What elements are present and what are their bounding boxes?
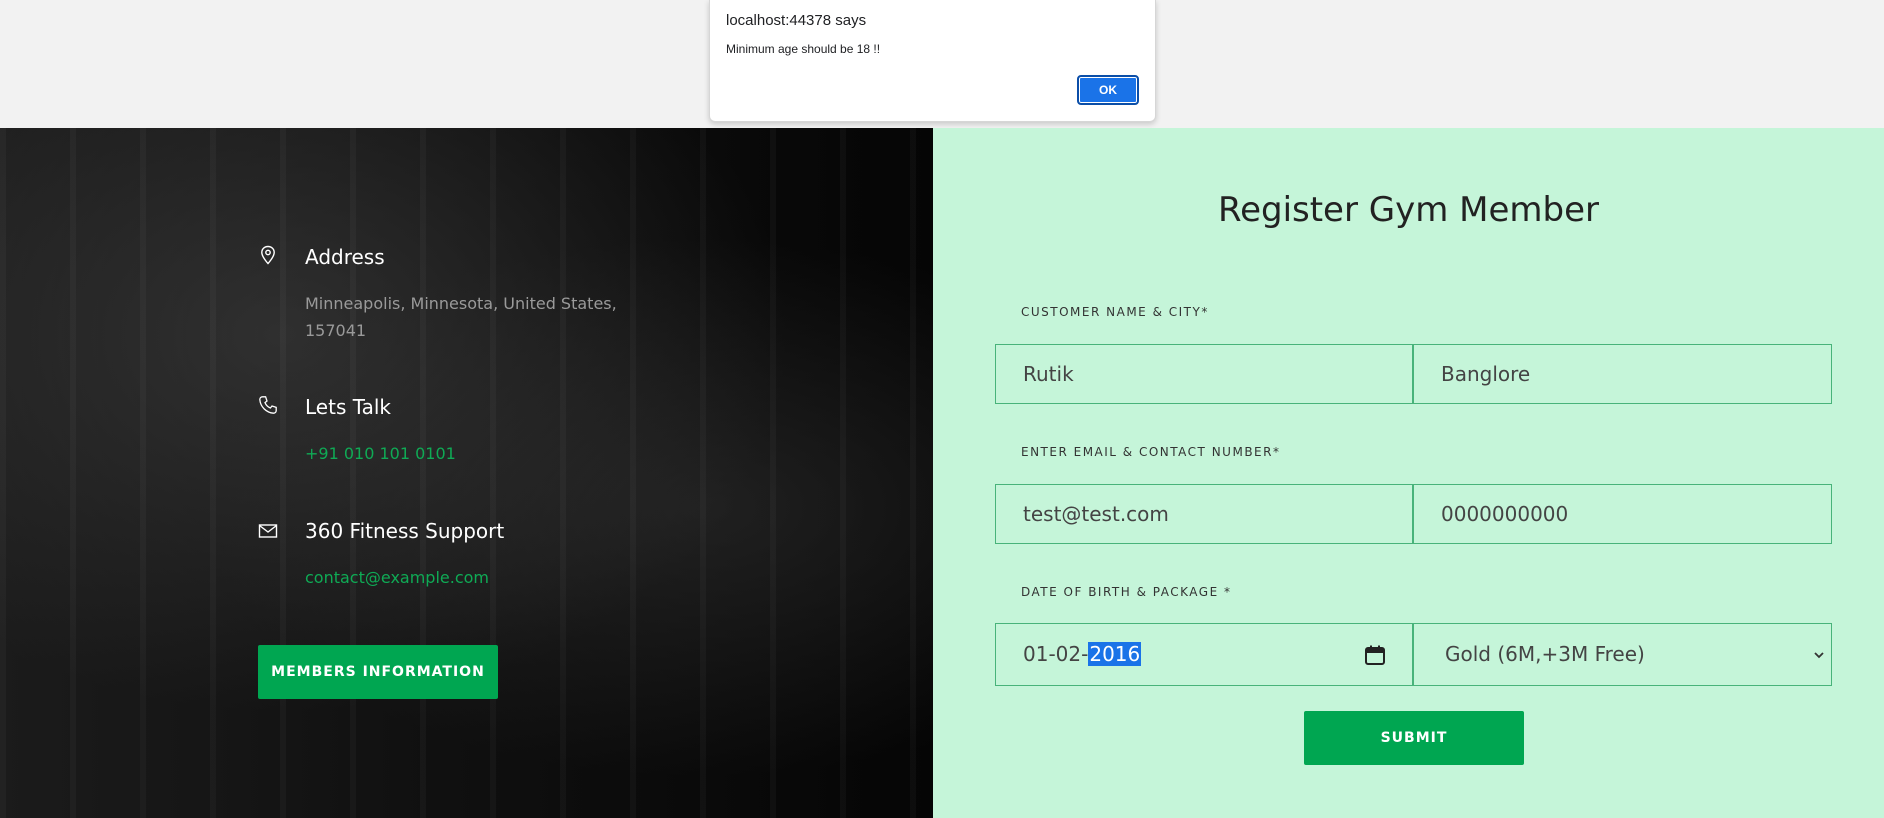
dob-package-label: DATE OF BIRTH & PACKAGE * <box>1021 585 1232 599</box>
contact-number-input[interactable]: 0000000000 <box>1413 484 1832 544</box>
city-input[interactable]: Banglore <box>1413 344 1832 404</box>
phone-number-link[interactable]: +91 010 101 0101 <box>305 444 456 463</box>
email-input[interactable]: test@test.com <box>995 484 1413 544</box>
customer-name-input[interactable]: Rutik <box>995 344 1413 404</box>
address-title: Address <box>305 245 385 269</box>
alert-dialog: localhost:44378 says Minimum age should … <box>709 0 1156 122</box>
lets-talk-title: Lets Talk <box>305 395 392 419</box>
name-city-label: CUSTOMER NAME & CITY* <box>1021 305 1209 319</box>
form-title: Register Gym Member <box>1217 190 1600 230</box>
address-line2: 157041 <box>305 321 367 340</box>
submit-button[interactable]: SUBMIT <box>1304 711 1524 765</box>
register-form-panel: Register Gym Member CUSTOMER NAME & CITY… <box>933 128 1884 818</box>
support-email-link[interactable]: contact@example.com <box>305 568 489 587</box>
package-selected-value: Gold (6M,+3M Free) <box>1445 642 1645 666</box>
alert-message: Minimum age should be 18 !! <box>726 42 881 56</box>
dob-year-selected: 2016 <box>1088 642 1142 666</box>
email-contact-label: ENTER EMAIL & CONTACT NUMBER* <box>1021 445 1281 459</box>
phone-icon <box>259 396 277 414</box>
address-line1: Minneapolis, Minnesota, United States, <box>305 294 617 313</box>
envelope-icon <box>258 524 278 538</box>
alert-ok-button[interactable]: OK <box>1077 75 1139 105</box>
members-information-button[interactable]: MEMBERS INFORMATION <box>258 645 498 699</box>
location-pin-icon <box>261 245 275 265</box>
contact-panel: Address Minneapolis, Minnesota, United S… <box>0 128 933 818</box>
address-text: Minneapolis, Minnesota, United States, 1… <box>305 290 645 344</box>
dob-day-month: 01-02- <box>1023 642 1089 666</box>
alert-title: localhost:44378 says <box>726 12 867 29</box>
package-select[interactable]: Gold (6M,+3M Free) <box>1413 623 1832 686</box>
date-of-birth-input[interactable]: 01-02-2016 <box>995 623 1413 686</box>
chevron-down-icon <box>1814 652 1824 659</box>
calendar-icon[interactable] <box>1364 644 1386 666</box>
support-title: 360 Fitness Support <box>305 519 505 543</box>
